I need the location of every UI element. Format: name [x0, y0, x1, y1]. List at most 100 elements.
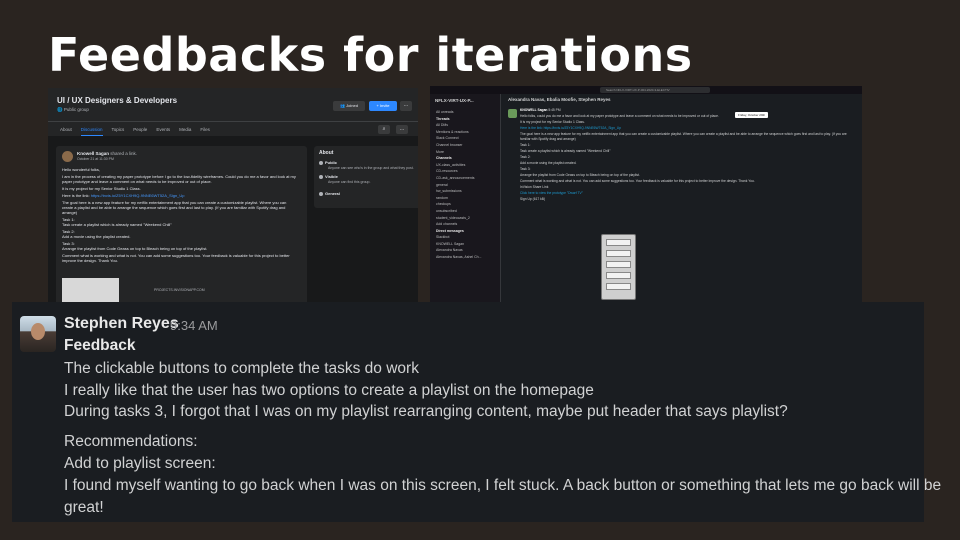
message-line: Hello folks, could you do me a favor and…: [520, 114, 719, 118]
sidebar-item[interactable]: Direct messages: [436, 228, 482, 235]
group-tabs: About Discussion Topics People Events Me…: [48, 121, 418, 136]
slack-dm-screenshot: Search NFLX-VIRT-UX-P-004-2020-3-ELECTIV…: [430, 86, 862, 304]
sidebar-item[interactable]: Alexandra Navas, Ashel Ch...: [436, 254, 482, 261]
search-icon[interactable]: ⌕: [378, 125, 390, 134]
about-visible: Visible: [319, 174, 338, 179]
tab-people[interactable]: People: [133, 122, 147, 136]
sidebar-item[interactable]: All DMs: [436, 122, 482, 129]
about-general: General: [319, 191, 340, 196]
search-input[interactable]: Search NFLX-VIRT-UX-P-004-2020-3-ELECTIV: [600, 87, 710, 93]
sidebar-item[interactable]: CD-resources: [436, 168, 482, 175]
sidebar-item[interactable]: unsubscribed: [436, 208, 482, 215]
sidebar-list: All unreads Threads All DMs Mentions & reac…: [436, 109, 482, 261]
sidebar-item[interactable]: CD-ask_announcements: [436, 175, 482, 182]
sidebar-item[interactable]: Channel browser: [436, 142, 482, 149]
post-line: The goal here is a new app feature for m…: [62, 200, 287, 215]
more-options-icon[interactable]: …: [396, 125, 408, 134]
message-line: Task 3:: [520, 166, 531, 171]
message-line: Task 1:: [520, 142, 531, 147]
avatar[interactable]: [508, 109, 517, 118]
group-type: 🌐 Public group: [57, 107, 89, 112]
sidebar-item[interactable]: random: [436, 195, 482, 202]
general-icon: [319, 191, 323, 196]
link-preview-domain[interactable]: PROJECTS.INVISIONAPP.COM: [154, 288, 205, 292]
sidebar-item[interactable]: KNOWELL Sagan: [436, 241, 482, 248]
tab-about[interactable]: About: [60, 122, 72, 136]
post-line: Hello wonderful folks,: [62, 167, 101, 172]
slide-title: Feedbacks for iterations: [48, 28, 693, 82]
sidebar-item[interactable]: UX-class_activities: [436, 162, 482, 169]
tab-discussion[interactable]: Discussion: [80, 122, 103, 136]
sidebar-item[interactable]: More: [436, 149, 482, 156]
sidebar-item[interactable]: Mentions & reactions: [436, 129, 482, 136]
message-title: Feedback: [64, 337, 136, 354]
joined-label: Joined: [346, 103, 358, 108]
sidebar-item[interactable]: All unreads: [436, 109, 482, 116]
about-general-title: General: [325, 191, 340, 196]
message-line: Add a movie using the playlist created.: [520, 160, 577, 165]
message-line: It is my project for my Senior Studio 1 …: [520, 120, 585, 124]
sidebar-item[interactable]: Channels: [436, 155, 482, 162]
post-link-line: Here is the link: https://invis.io/Z5Y1C…: [62, 193, 298, 198]
message-time[interactable]: 5:45 PM: [548, 108, 560, 112]
avatar[interactable]: [62, 151, 73, 162]
sidebar-item[interactable]: hw_submissions: [436, 188, 482, 195]
sidebar-item[interactable]: Add channels: [436, 221, 482, 228]
recommendation-line: I found myself wanting to go back when I…: [64, 477, 942, 494]
tab-files[interactable]: Files: [200, 122, 210, 136]
message-line: Sign Up (617 kB): [520, 196, 546, 201]
facebook-group-screenshot: UI / UX Designers & Developers 🌐 Public …: [48, 88, 418, 303]
slack-topbar: Search NFLX-VIRT-UX-P-004-2020-3-ELECTIV: [430, 86, 862, 94]
post-line: Arrange the playlist from Code Geass on …: [62, 246, 208, 251]
channel-header[interactable]: Alexandra Navas, Ebalia Moofie, Stephen …: [508, 97, 611, 102]
tab-events[interactable]: Events: [156, 122, 170, 136]
group-post: Knowell Sagan shared a link. October 21 …: [56, 146, 307, 303]
more-button[interactable]: ...: [400, 101, 412, 111]
sidebar-item[interactable]: Alexandra Navas: [436, 247, 482, 254]
message-line: Click here to view the prototype "Dwarf …: [520, 190, 583, 195]
post-date[interactable]: October 21 at 11:30 PM: [77, 157, 114, 161]
group-name[interactable]: UI / UX Designers & Developers: [57, 96, 177, 105]
feedback-message: Stephen Reyes 9:34 AM Feedback The click…: [12, 302, 941, 522]
avatar[interactable]: [20, 316, 56, 352]
sidebar-item[interactable]: Slack Connect: [436, 135, 482, 142]
post-link-prefix: Here is the link:: [62, 193, 90, 198]
message-line: Comment what is working and what is not.…: [520, 178, 755, 183]
slack-message-body: KNOWELL Sagan 5:45 PM Hello folks, could…: [520, 108, 855, 203]
post-line: Task create a playlist which is already …: [62, 222, 172, 227]
post-author-name: Knowell Sagan: [77, 151, 110, 156]
sidebar-item[interactable]: checkups: [436, 201, 482, 208]
sidebar-item[interactable]: Threads: [436, 116, 482, 123]
message-line: The clickable buttons to complete the ta…: [64, 360, 419, 377]
slack-conversation: Alexandra Navas, Ebalia Moofie, Stephen …: [505, 94, 862, 304]
invite-button[interactable]: + Invite: [369, 101, 397, 111]
message-author[interactable]: Stephen Reyes: [64, 315, 179, 333]
workspace-name[interactable]: NFLX-VIRT-UX-P...: [435, 98, 474, 103]
tab-media[interactable]: Media: [179, 122, 191, 136]
tab-topics[interactable]: Topics: [112, 122, 125, 136]
eye-icon: [319, 174, 323, 179]
joined-button[interactable]: 👥 Joined: [333, 101, 365, 111]
slack-sidebar: NFLX-VIRT-UX-P... All unreads Threads All …: [430, 94, 501, 304]
message-author[interactable]: KNOWELL Sagan: [520, 108, 547, 112]
message-line: During tasks 3, I forgot that I was on m…: [64, 403, 788, 420]
message-line: I really like that the user has two opti…: [64, 382, 594, 399]
about-title: About: [319, 150, 334, 156]
sidebar-item[interactable]: general: [436, 182, 482, 189]
prototype-thumbnail[interactable]: [601, 234, 636, 300]
sidebar-item[interactable]: student_videocasts_2: [436, 215, 482, 222]
post-line: Comment what is working and what is not.…: [62, 253, 290, 263]
message-time[interactable]: 9:34 AM: [170, 318, 218, 333]
post-shared-label: shared a link.: [110, 151, 138, 156]
about-public-title: Public: [325, 160, 338, 165]
about-visible-desc: Anyone can find this group.: [328, 180, 371, 184]
message-line: The goal here is a new app feature for m…: [520, 132, 847, 141]
recommendations-title: Recommendations:: [64, 433, 198, 450]
group-header: UI / UX Designers & Developers 🌐 Public …: [48, 88, 418, 121]
message-line: Task 2:: [520, 154, 531, 159]
link-preview-image[interactable]: [62, 278, 119, 303]
sidebar-item[interactable]: Slackbot: [436, 234, 482, 241]
post-author[interactable]: Knowell Sagan shared a link.: [77, 151, 137, 156]
post-body: Hello wonderful folks, I am in the proce…: [62, 167, 298, 265]
post-link[interactable]: https://invis.io/Z5Y1CXH9Q-9NNE6WT52A_Si…: [91, 193, 185, 198]
